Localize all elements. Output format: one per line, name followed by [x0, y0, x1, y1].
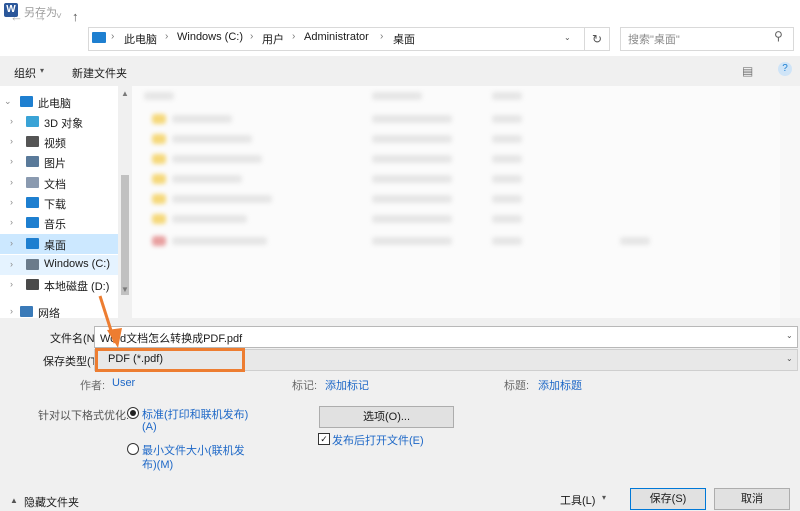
annotation-arrow-icon [98, 295, 122, 348]
